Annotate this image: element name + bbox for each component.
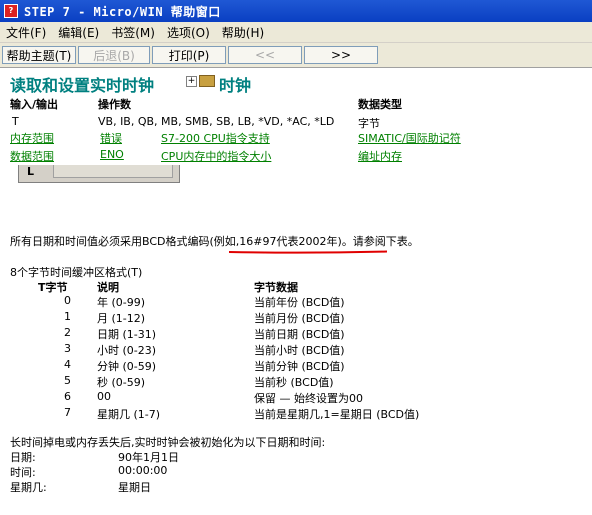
window-title: STEP 7 - Micro/WIN 帮助窗口 <box>24 4 221 19</box>
table-cell-desc: 分钟 (0-59) <box>97 360 157 373</box>
link-cpu-memory-size[interactable]: CPU内存中的指令大小 <box>161 148 271 164</box>
red-underline-annotation <box>229 250 387 254</box>
power-loss-note: 长时间掉电或内存丢失后,实时时钟会被初始化为以下日期和时间: <box>10 436 326 449</box>
init-time-label: 时间: <box>10 466 36 479</box>
page-title: 读取和设置实时时钟 <box>10 76 155 95</box>
operands-value: VB, IB, QB, MB, SMB, SB, LB, *VD, *AC, *… <box>98 115 335 128</box>
table-cell-data: 当前秒 (BCD值) <box>254 376 334 389</box>
table-cell-byte: 6 <box>64 390 71 403</box>
bcd-note-post: 。请参阅下表。 <box>341 235 419 248</box>
book-icon <box>199 75 215 87</box>
link-memory-range[interactable]: 内存范围 <box>10 130 54 146</box>
link-data-range[interactable]: 数据范围 <box>10 148 54 164</box>
prev-topic-button[interactable]: << <box>228 46 302 64</box>
col-datatype-header: 数据类型 <box>358 98 402 111</box>
menu-options[interactable]: 选项(O) <box>161 24 216 41</box>
col-io-header: 输入/输出 <box>10 98 59 111</box>
init-date-value: 90年1月1日 <box>118 451 179 464</box>
table-cell-byte: 3 <box>64 342 71 355</box>
table-cell-desc: 日期 (1-31) <box>97 328 157 341</box>
menu-edit[interactable]: 编辑(E) <box>52 24 105 41</box>
init-weekday-value: 星期日 <box>118 481 151 494</box>
bcd-note-example: (例如,16#97代表2002年) <box>209 235 342 248</box>
col-tbyte-header: T字节 <box>38 281 68 294</box>
col-data-header: 字节数据 <box>254 281 298 294</box>
instruction-diagram: L <box>18 165 180 183</box>
diagram-label: L <box>27 165 35 178</box>
menu-bar: 文件(F) 编辑(E) 书签(M) 选项(O) 帮助(H) <box>0 22 592 43</box>
menu-bookmark[interactable]: 书签(M) <box>105 24 161 41</box>
link-s7200-support[interactable]: S7-200 CPU指令支持 <box>161 130 270 146</box>
table-cell-desc: 小时 (0-23) <box>97 344 157 357</box>
init-date-label: 日期: <box>10 451 36 464</box>
expand-plus-icon[interactable]: + <box>186 76 197 87</box>
init-time-value: 00:00:00 <box>118 464 168 477</box>
bcd-note-pre: 所有日期和时间值必须采用BCD格式编码 <box>10 235 210 248</box>
table-cell-data: 当前是星期几,1=星期日 (BCD值) <box>254 408 420 421</box>
title-bar: ? STEP 7 - Micro/WIN 帮助窗口 <box>0 0 592 22</box>
help-content: 读取和设置实时时钟 + 时钟 输入/输出 操作数 数据类型 T VB, IB, … <box>0 68 592 515</box>
init-weekday-label: 星期几: <box>10 481 47 494</box>
table-cell-byte: 0 <box>64 294 71 307</box>
table-cell-desc: 00 <box>97 390 111 403</box>
io-value: T <box>12 115 19 128</box>
table-cell-desc: 星期几 (1-7) <box>97 408 161 421</box>
table-cell-data: 当前小时 (BCD值) <box>254 344 345 357</box>
link-simatic-mnemonics[interactable]: SIMATIC/国际助记符 <box>358 130 461 146</box>
table-cell-data: 当前年份 (BCD值) <box>254 296 345 309</box>
print-button[interactable]: 打印(P) <box>152 46 226 64</box>
link-addressable-memory[interactable]: 编址内存 <box>358 148 402 164</box>
col-operands-header: 操作数 <box>98 98 131 111</box>
table-cell-data: 当前日期 (BCD值) <box>254 328 345 341</box>
next-topic-button[interactable]: >> <box>304 46 378 64</box>
toolbar: 帮助主题(T) 后退(B) 打印(P) << >> <box>0 43 592 68</box>
diagram-inner-box <box>53 165 173 178</box>
help-topics-button[interactable]: 帮助主题(T) <box>2 46 76 64</box>
table-cell-desc: 月 (1-12) <box>97 312 146 325</box>
table-cell-byte: 5 <box>64 374 71 387</box>
col-desc-header: 说明 <box>97 281 119 294</box>
table-cell-desc: 秒 (0-59) <box>97 376 146 389</box>
table-cell-data: 保留 — 始终设置为00 <box>254 392 363 405</box>
topic-title[interactable]: 时钟 <box>219 72 251 96</box>
table-cell-byte: 2 <box>64 326 71 339</box>
table-cell-byte: 4 <box>64 358 71 371</box>
menu-file[interactable]: 文件(F) <box>0 24 52 41</box>
link-errors[interactable]: 错误 <box>100 130 122 146</box>
menu-help[interactable]: 帮助(H) <box>216 24 270 41</box>
link-eno[interactable]: ENO <box>100 148 124 161</box>
table-cell-desc: 年 (0-99) <box>97 296 146 309</box>
table-cell-data: 当前分钟 (BCD值) <box>254 360 345 373</box>
datatype-value: 字节 <box>358 117 380 130</box>
table-cell-byte: 1 <box>64 310 71 323</box>
table-cell-data: 当前月份 (BCD值) <box>254 312 345 325</box>
topic-header: 读取和设置实时时钟 + 时钟 输入/输出 操作数 数据类型 T VB, IB, … <box>0 68 592 164</box>
help-app-icon: ? <box>4 4 18 18</box>
back-button[interactable]: 后退(B) <box>78 46 150 64</box>
bcd-note: 所有日期和时间值必须采用BCD格式编码(例如,16#97代表2002年)。请参阅… <box>10 233 419 249</box>
table-cell-byte: 7 <box>64 406 71 419</box>
buffer-format-title: 8个字节时间缓冲区格式(T) <box>10 266 143 279</box>
